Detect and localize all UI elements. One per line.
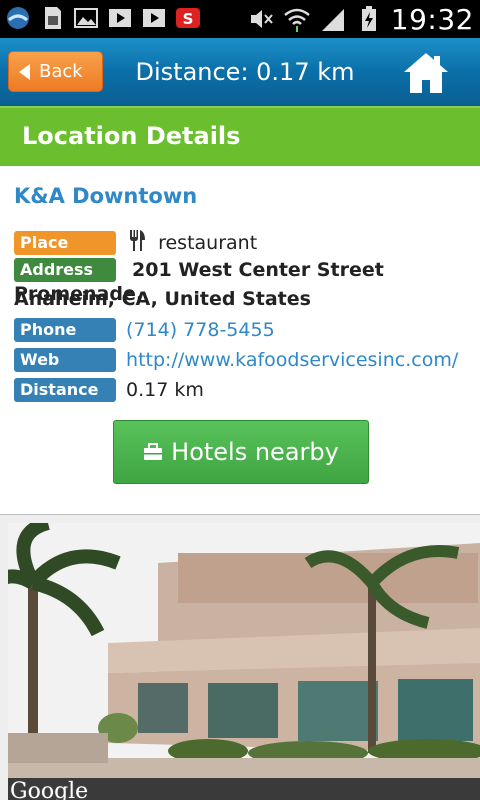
page-title: Distance: 0.17 km [135, 58, 355, 86]
back-arrow-icon [19, 64, 30, 80]
phone-label: Phone [14, 318, 116, 342]
status-bar: S 19:32 [0, 0, 480, 38]
place-type-row: Place type restaurant [14, 228, 258, 276]
clock: 19:32 [390, 2, 474, 36]
street-view-photo [8, 523, 480, 800]
distance-label: Distance [14, 378, 116, 402]
distance-row: Distance 0.17 km [14, 378, 204, 402]
system-icons: 19:32 [247, 2, 474, 36]
back-button[interactable]: Back [8, 51, 103, 92]
section-title: Location Details [22, 122, 241, 150]
place-type-label: Place type [14, 230, 116, 276]
home-button[interactable] [402, 50, 450, 96]
mute-icon [247, 5, 275, 33]
google-watermark: Google [10, 779, 89, 800]
play-icon [140, 4, 168, 32]
svg-text:S: S [183, 10, 194, 28]
app-icon [4, 4, 32, 32]
sim-icon [38, 4, 66, 32]
section-header: Location Details [0, 106, 480, 166]
notification-icons: S [4, 4, 202, 32]
hotels-nearby-label: Hotels nearby [171, 438, 339, 466]
distance-value: 0.17 km [126, 379, 204, 401]
web-row: Web http://www.kafoodservicesinc.com/ [14, 348, 458, 372]
back-button-label: Back [39, 61, 83, 82]
wifi-icon [283, 5, 311, 33]
s-app-icon: S [174, 4, 202, 32]
restaurant-icon [128, 228, 146, 257]
phone-row: Phone (714) 778-5455 [14, 318, 275, 342]
place-name: K&A Downtown [14, 184, 198, 208]
web-label: Web [14, 348, 116, 372]
web-link[interactable]: http://www.kafoodservicesinc.com/ [126, 349, 458, 371]
address-label: Address [14, 258, 116, 282]
app-header: Back Distance: 0.17 km [0, 38, 480, 106]
address-line-2: Anaheim, CA, United States [14, 288, 311, 310]
street-view-image[interactable]: Google [0, 514, 480, 800]
battery-charging-icon [355, 5, 383, 33]
phone-link[interactable]: (714) 778-5455 [126, 319, 275, 341]
home-icon [404, 53, 448, 93]
signal-icon [319, 5, 347, 33]
hotels-nearby-button[interactable]: Hotels nearby [113, 420, 369, 484]
place-type-value: restaurant [158, 231, 258, 254]
play-icon [106, 4, 134, 32]
briefcase-icon [144, 443, 163, 460]
image-icon [72, 4, 100, 32]
